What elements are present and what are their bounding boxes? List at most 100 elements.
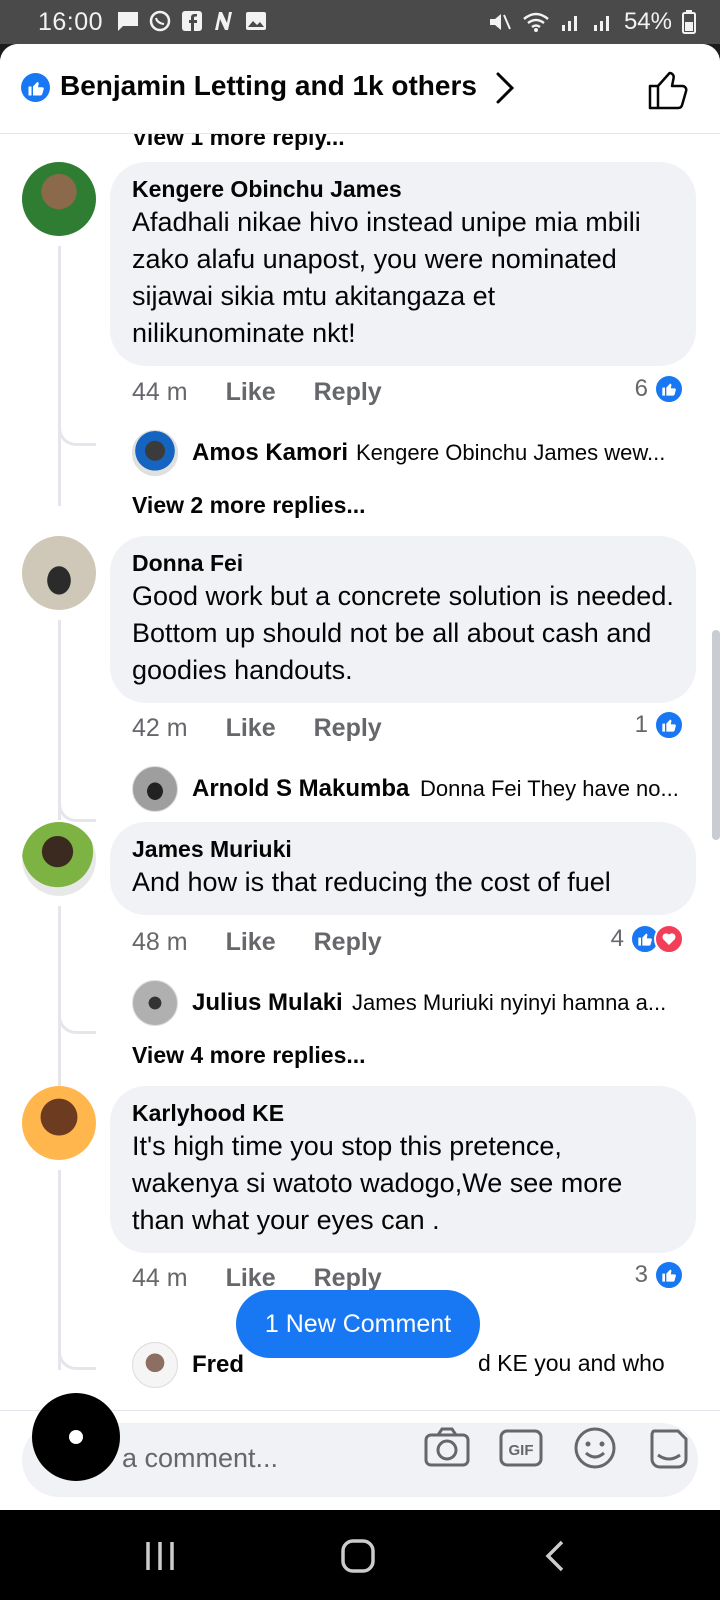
home-icon[interactable]: [338, 1536, 378, 1576]
reply-action[interactable]: Reply: [314, 1264, 382, 1293]
comment-author[interactable]: James Muriuki: [132, 834, 674, 864]
system-navigation-bar: [0, 1510, 720, 1600]
reply-author: Arnold S Makumba: [192, 775, 410, 802]
comment-feed[interactable]: View 1 more reply... Kengere Obinchu Jam…: [0, 134, 720, 1454]
message-icon: [118, 12, 138, 31]
like-button-icon[interactable]: [646, 66, 690, 112]
floating-assistant-button[interactable]: [32, 1393, 120, 1481]
status-system-icons: 54%: [488, 8, 696, 36]
reply-avatar: [132, 980, 178, 1026]
emoji-icon[interactable]: [570, 1423, 620, 1473]
comment-text: Good work but a concrete solution is nee…: [132, 581, 674, 685]
avatar[interactable]: [22, 822, 96, 896]
reaction-summary[interactable]: 1: [635, 710, 684, 740]
scrollbar[interactable]: [712, 630, 720, 840]
avatar[interactable]: [22, 1086, 96, 1160]
comment-input-placeholder: a comment...: [122, 1443, 279, 1473]
status-bar: 16:00 54%: [0, 0, 720, 44]
battery-percent: 54%: [623, 8, 672, 35]
like-reaction-icon: [654, 374, 684, 404]
comment-time: 48 m: [132, 928, 188, 956]
thread-line: [58, 246, 61, 506]
view-more-replies-link[interactable]: View 1 more reply...: [132, 134, 345, 151]
reply-snippet: James Muriuki nyinyi hamna a...: [352, 990, 667, 1015]
reactions-summary[interactable]: Benjamin Letting and 1k others: [60, 70, 477, 102]
comment-time: 42 m: [132, 714, 188, 742]
view-more-replies-link[interactable]: View 4 more replies...: [132, 1042, 366, 1069]
reaction-count: 1: [634, 711, 648, 738]
thread-connector: [58, 792, 96, 822]
reaction-summary[interactable]: 4: [611, 924, 684, 954]
reaction-count: 6: [634, 375, 648, 402]
like-badge-icon: [21, 73, 50, 102]
thread-connector: [58, 416, 96, 446]
mute-icon: [489, 14, 511, 30]
reply-preview[interactable]: Amos Kamori Kengere Obinchu James wew...: [132, 430, 692, 476]
comment-author[interactable]: Kengere Obinchu James: [132, 174, 674, 204]
comment-bubble[interactable]: Kengere Obinchu James Afadhali nikae hiv…: [110, 162, 696, 366]
comment-actions: 44 m Like Reply: [132, 378, 382, 407]
sticker-icon[interactable]: [644, 1423, 694, 1473]
reply-action[interactable]: Reply: [314, 714, 382, 743]
status-time: 16:00: [38, 8, 104, 36]
svg-text:GIF: GIF: [509, 1442, 534, 1459]
like-action[interactable]: Like: [226, 714, 276, 743]
comment-time: 44 m: [132, 1264, 188, 1292]
gif-icon[interactable]: GIF: [496, 1423, 546, 1473]
comment-bubble[interactable]: James Muriuki And how is that reducing t…: [110, 822, 696, 915]
reply-author: Fred: [192, 1351, 245, 1378]
like-action[interactable]: Like: [226, 378, 276, 407]
comment-text: And how is that reducing the cost of fue…: [132, 867, 611, 897]
reply-author: Amos Kamori: [192, 439, 349, 466]
reply-action[interactable]: Reply: [314, 928, 382, 957]
view-more-replies-link[interactable]: View 2 more replies...: [132, 492, 366, 519]
battery-icon: [682, 10, 696, 34]
thread-connector: [58, 1004, 96, 1034]
signal-icon: [561, 16, 577, 31]
facebook-icon: [182, 11, 202, 31]
chevron-right-icon[interactable]: [494, 70, 518, 106]
reaction-count: 3: [634, 1261, 648, 1288]
like-reaction-icon: [654, 1260, 684, 1290]
comment-actions: 42 m Like Reply: [132, 714, 382, 743]
comment-actions: 44 m Like Reply: [132, 1264, 382, 1293]
reply-preview[interactable]: Arnold S Makumba Donna Fei They have no.…: [132, 766, 692, 812]
fab-dot-icon: [69, 1430, 83, 1444]
thread-connector: [58, 1340, 96, 1370]
comment-author[interactable]: Donna Fei: [132, 548, 674, 578]
like-action[interactable]: Like: [226, 1264, 276, 1293]
reply-avatar: [132, 766, 178, 812]
wifi-icon: [523, 12, 549, 32]
reply-snippet: d KE you and who: [478, 1350, 665, 1376]
reply-avatar: [132, 430, 178, 476]
camera-icon[interactable]: [422, 1423, 472, 1473]
love-reaction-icon: [654, 924, 684, 954]
avatar[interactable]: [22, 536, 96, 610]
back-icon[interactable]: [536, 1536, 576, 1576]
reply-action[interactable]: Reply: [314, 378, 382, 407]
avatar[interactable]: [22, 162, 96, 236]
reply-avatar: [132, 1342, 178, 1388]
comment-bubble[interactable]: Karlyhood KE It's high time you stop thi…: [110, 1086, 696, 1253]
reply-author: Julius Mulaki: [192, 989, 343, 1016]
new-comment-button[interactable]: 1 New Comment: [236, 1290, 480, 1358]
reply-snippet: Kengere Obinchu James wew...: [356, 440, 666, 465]
like-action[interactable]: Like: [226, 928, 276, 957]
comment-bubble[interactable]: Donna Fei Good work but a concrete solut…: [110, 536, 696, 703]
comment-time: 44 m: [132, 378, 188, 406]
thread-line: [58, 906, 61, 1096]
comment-actions: 48 m Like Reply: [132, 928, 382, 957]
reaction-summary[interactable]: 3: [635, 1260, 684, 1290]
n-app-icon: [215, 12, 232, 30]
reactions-header[interactable]: Benjamin Letting and 1k others: [0, 44, 720, 134]
thread-line: [58, 620, 61, 820]
reaction-count: 4: [610, 925, 624, 952]
status-notification-icons: [116, 10, 268, 32]
comment-text: Afadhali nikae hivo instead unipe mia mb…: [132, 207, 641, 348]
reply-snippet: Donna Fei They have no...: [420, 776, 679, 801]
reaction-summary[interactable]: 6: [635, 374, 684, 404]
comment-author[interactable]: Karlyhood KE: [132, 1098, 674, 1128]
signal-icon: [593, 16, 609, 31]
recent-apps-icon[interactable]: [140, 1536, 180, 1576]
reply-preview[interactable]: Julius Mulaki James Muriuki nyinyi hamna…: [132, 980, 692, 1026]
